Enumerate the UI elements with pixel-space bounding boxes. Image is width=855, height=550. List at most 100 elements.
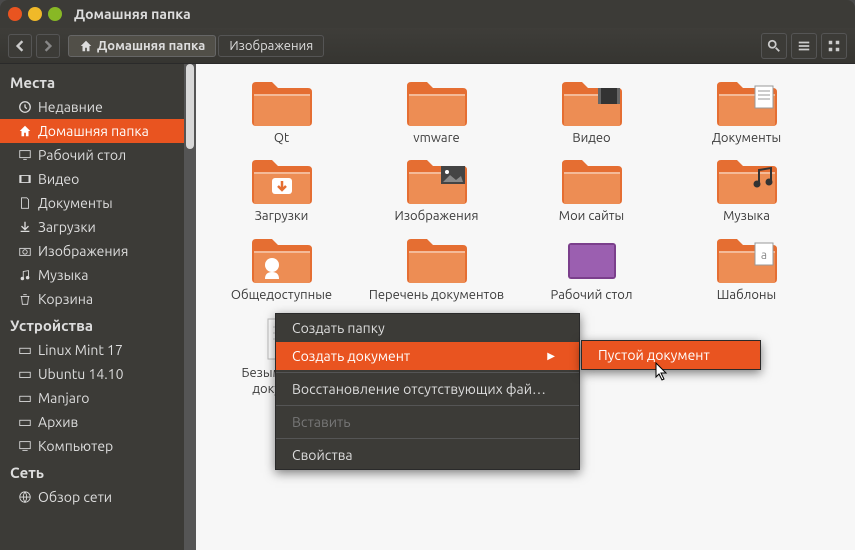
drive-icon: [18, 367, 32, 381]
item-icon: [560, 80, 624, 128]
item-label: Рабочий стол: [551, 287, 633, 303]
sidebar-item-downloads[interactable]: Загрузки: [0, 215, 184, 239]
ctx-empty-document[interactable]: Пустой документ: [582, 341, 760, 369]
sidebar-section-devices: Устройства: [0, 311, 184, 338]
grid-icon: [827, 39, 841, 53]
ctx-properties[interactable]: Свойства: [276, 441, 579, 469]
window-maximize-button[interactable]: [48, 7, 62, 21]
item-label: Загрузки: [255, 208, 309, 224]
sidebar: Места Недавние Домашняя папка Рабочий ст…: [0, 64, 184, 550]
file-item[interactable]: Общедоступные: [204, 233, 359, 311]
item-label: Шаблоны: [717, 287, 776, 303]
menu-separator: [276, 405, 579, 406]
context-menu: Создать папку Создать документ▶ Восстано…: [275, 313, 580, 470]
item-label: Общедоступные: [231, 287, 332, 303]
file-item[interactable]: Загрузки: [204, 154, 359, 232]
file-item[interactable]: Мои сайты: [514, 154, 669, 232]
sidebar-item-network[interactable]: Обзор сети: [0, 485, 184, 509]
sidebar-section-places: Места: [0, 68, 184, 95]
sidebar-item-mint[interactable]: Linux Mint 17: [0, 338, 184, 362]
path-segment-images[interactable]: Изображения: [218, 35, 324, 57]
home-icon: [18, 124, 32, 138]
item-label: Мои сайты: [559, 208, 624, 224]
sidebar-item-trash[interactable]: Корзина: [0, 287, 184, 311]
clock-icon: [18, 100, 32, 114]
item-label: Музыка: [723, 208, 770, 224]
item-icon: [405, 158, 469, 206]
scrollbar-thumb[interactable]: [186, 64, 194, 149]
file-item[interactable]: a Шаблоны: [669, 233, 824, 311]
item-label: Перечень документов: [369, 287, 504, 303]
item-icon: [250, 237, 314, 285]
drive-icon: [18, 391, 32, 405]
sidebar-item-music[interactable]: Музыка: [0, 263, 184, 287]
item-icon: [560, 237, 624, 285]
path-segment-home[interactable]: Домашняя папка: [68, 35, 216, 57]
sidebar-item-videos[interactable]: Видео: [0, 167, 184, 191]
drive-icon: [18, 415, 32, 429]
window-minimize-button[interactable]: [28, 7, 42, 21]
item-icon: [715, 80, 779, 128]
item-icon: [250, 80, 314, 128]
sidebar-item-home[interactable]: Домашняя папка: [0, 119, 184, 143]
context-submenu: Пустой документ: [581, 340, 761, 370]
file-item[interactable]: Рабочий стол: [514, 233, 669, 311]
menu-separator: [276, 372, 579, 373]
item-icon: [250, 158, 314, 206]
file-item[interactable]: Перечень документов: [359, 233, 514, 311]
sidebar-item-recent[interactable]: Недавние: [0, 95, 184, 119]
sidebar-item-ubuntu[interactable]: Ubuntu 14.10: [0, 362, 184, 386]
drive-icon: [18, 343, 32, 357]
item-icon: [560, 158, 624, 206]
file-item[interactable]: Документы: [669, 76, 824, 154]
file-view[interactable]: Qtvmware Видео Документы Загрузки Изображени…: [196, 64, 855, 550]
toolbar: Домашняя папка Изображения: [0, 28, 855, 64]
sidebar-item-archive[interactable]: Архив: [0, 410, 184, 434]
item-icon: [405, 237, 469, 285]
ctx-create-document[interactable]: Создать документ▶: [276, 342, 579, 370]
home-icon: [79, 39, 93, 53]
file-item[interactable]: Видео: [514, 76, 669, 154]
item-icon: [405, 80, 469, 128]
item-label: Изображения: [395, 208, 479, 224]
sidebar-item-desktop[interactable]: Рабочий стол: [0, 143, 184, 167]
computer-icon: [18, 439, 32, 453]
view-list-button[interactable]: [791, 33, 817, 59]
titlebar: Домашняя папка: [0, 0, 855, 28]
sidebar-scrollbar[interactable]: [184, 64, 196, 550]
cursor-icon: [655, 362, 669, 382]
ctx-restore-missing[interactable]: Восстановление отсутствующих фай…: [276, 375, 579, 403]
nav-back-button[interactable]: [8, 34, 32, 58]
sidebar-item-computer[interactable]: Компьютер: [0, 434, 184, 458]
window-title: Домашняя папка: [74, 6, 191, 22]
sidebar-item-manjaro[interactable]: Manjaro: [0, 386, 184, 410]
file-item[interactable]: Музыка: [669, 154, 824, 232]
sidebar-item-images[interactable]: Изображения: [0, 239, 184, 263]
ctx-create-folder[interactable]: Создать папку: [276, 314, 579, 342]
search-icon: [767, 39, 781, 53]
file-item[interactable]: Изображения: [359, 154, 514, 232]
file-item[interactable]: Qt: [204, 76, 359, 154]
chevron-right-icon: ▶: [547, 350, 555, 362]
camera-icon: [18, 244, 32, 258]
desktop-icon: [18, 148, 32, 162]
document-icon: [18, 196, 32, 210]
file-item[interactable]: vmware: [359, 76, 514, 154]
window-close-button[interactable]: [8, 7, 22, 21]
trash-icon: [18, 292, 32, 306]
sidebar-item-documents[interactable]: Документы: [0, 191, 184, 215]
ctx-paste: Вставить: [276, 408, 579, 436]
network-icon: [18, 490, 32, 504]
download-icon: [18, 220, 32, 234]
svg-text:a: a: [760, 249, 766, 262]
search-button[interactable]: [761, 33, 787, 59]
sidebar-section-network: Сеть: [0, 458, 184, 485]
nav-forward-button[interactable]: [36, 34, 60, 58]
view-grid-button[interactable]: [821, 33, 847, 59]
item-label: Документы: [712, 130, 781, 146]
menu-separator: [276, 438, 579, 439]
item-icon: a: [715, 237, 779, 285]
video-icon: [18, 172, 32, 186]
item-label: Видео: [572, 130, 610, 146]
music-icon: [18, 268, 32, 282]
